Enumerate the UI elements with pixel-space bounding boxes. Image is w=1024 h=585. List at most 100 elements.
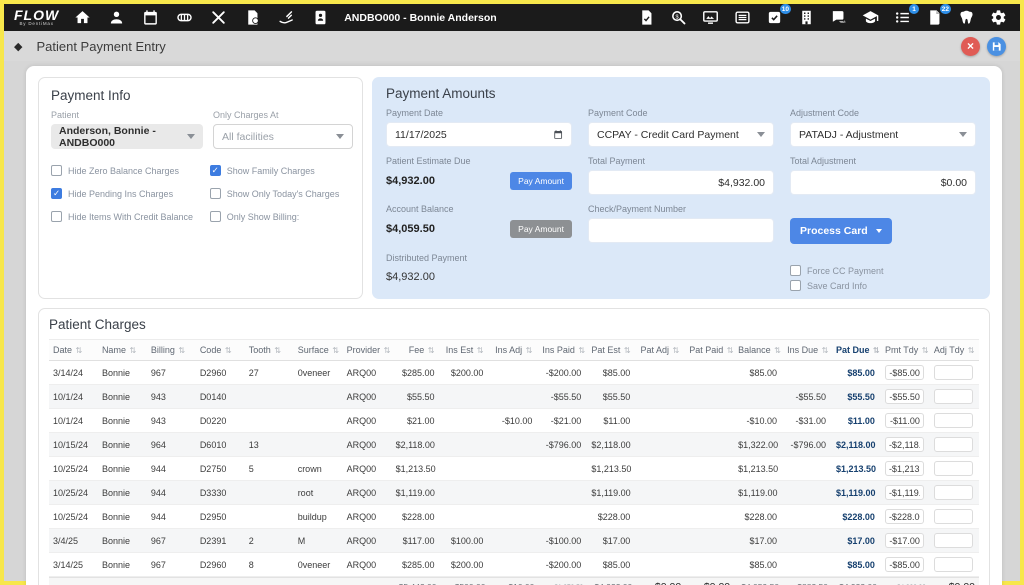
documents-icon[interactable]: 22 xyxy=(925,8,944,27)
contacts-icon[interactable] xyxy=(311,8,330,27)
patient-select[interactable]: Anderson, Bonnie - ANDBO000 xyxy=(51,124,203,149)
settings-icon[interactable] xyxy=(989,8,1008,27)
column-header[interactable]: Date ⇅ xyxy=(49,340,98,361)
total-payment-input[interactable] xyxy=(597,177,765,189)
payment-code-select[interactable]: CCPAY - Credit Card Payment xyxy=(588,122,774,147)
column-header[interactable]: Ins Est ⇅ xyxy=(441,340,490,361)
payment-date-field[interactable] xyxy=(386,122,572,147)
imaging-icon[interactable] xyxy=(701,8,720,27)
report-check-icon[interactable] xyxy=(637,8,656,27)
tooth-icon[interactable] xyxy=(957,8,976,27)
adjustment-today-input[interactable] xyxy=(934,413,973,428)
column-header[interactable]: Billing ⇅ xyxy=(147,340,196,361)
checklist-icon[interactable]: 1 xyxy=(893,8,912,27)
column-header[interactable]: Adj Tdy ⇅ xyxy=(930,340,979,361)
payment-date-input[interactable] xyxy=(395,129,553,141)
adjustment-today-input[interactable] xyxy=(934,437,973,452)
column-header[interactable]: Ins Due ⇅ xyxy=(783,340,832,361)
adjustment-today-input[interactable] xyxy=(934,533,973,548)
adjustment-today-input[interactable] xyxy=(934,509,973,524)
treatment-icon[interactable] xyxy=(277,8,296,27)
cc-option-checkbox[interactable]: Force CC Payment xyxy=(790,265,976,276)
pay-estimate-button[interactable]: Pay Amount xyxy=(510,172,572,190)
charge-row[interactable]: 10/25/24Bonnie944D27505crownARQ00$1,213.… xyxy=(49,457,979,481)
save-button[interactable] xyxy=(987,37,1006,56)
charge-row[interactable]: 3/14/25Bonnie967D296080veneerARQ00$285.0… xyxy=(49,553,979,577)
tasks-icon[interactable]: 10 xyxy=(765,8,784,27)
charge-cell xyxy=(441,505,490,529)
column-header[interactable]: Balance ⇅ xyxy=(734,340,783,361)
filter-checkbox[interactable]: Show Only Today's Charges xyxy=(210,188,350,199)
payment-today-input[interactable] xyxy=(885,413,924,428)
charge-cell xyxy=(538,457,587,481)
adjustment-today-input[interactable] xyxy=(934,461,973,476)
education-icon[interactable] xyxy=(861,8,880,27)
billing-icon[interactable] xyxy=(243,8,262,27)
total-adjustment-input[interactable] xyxy=(799,177,967,189)
charge-row[interactable]: 10/1/24Bonnie943D0140ARQ00$55.50-$55.50$… xyxy=(49,385,979,409)
home-icon[interactable] xyxy=(73,8,92,27)
adjustment-today-input[interactable] xyxy=(934,485,973,500)
tools-icon[interactable] xyxy=(209,8,228,27)
adjustment-today-input[interactable] xyxy=(934,389,973,404)
search-dollar-icon[interactable]: $ xyxy=(669,8,688,27)
filter-checkbox[interactable]: Hide Items With Credit Balance xyxy=(51,211,204,222)
column-header[interactable]: Pmt Tdy ⇅ xyxy=(881,340,930,361)
charge-row[interactable]: 10/25/24Bonnie944D2950buildupARQ00$228.0… xyxy=(49,505,979,529)
payment-today-input[interactable] xyxy=(885,509,924,524)
check-number-field[interactable] xyxy=(588,218,774,243)
patient-icon[interactable] xyxy=(107,8,126,27)
column-header[interactable]: Pat Due ⇅ xyxy=(832,340,881,361)
column-header[interactable]: Name ⇅ xyxy=(98,340,147,361)
filter-checkbox[interactable]: ✓Hide Pending Ins Charges xyxy=(51,188,204,199)
column-header[interactable]: Tooth ⇅ xyxy=(245,340,294,361)
pay-balance-button[interactable]: Pay Amount xyxy=(510,220,572,238)
payment-today-input[interactable] xyxy=(885,533,924,548)
calendar-icon[interactable] xyxy=(553,129,563,140)
adjustment-today-input[interactable] xyxy=(934,557,973,572)
facility-select[interactable]: All facilities xyxy=(213,124,353,149)
total-adjustment-field[interactable] xyxy=(790,170,976,195)
charge-row[interactable]: 10/1/24Bonnie943D0220ARQ00$21.00-$10.00-… xyxy=(49,409,979,433)
process-card-button[interactable]: Process Card xyxy=(790,218,892,244)
ledger-list-icon[interactable] xyxy=(733,8,752,27)
payment-today-input[interactable] xyxy=(885,485,924,500)
column-header[interactable]: Code ⇅ xyxy=(196,340,245,361)
charge-row[interactable]: 10/25/24Bonnie944D3330rootARQ00$1,119.00… xyxy=(49,481,979,505)
adjustment-code-select[interactable]: PATADJ - Adjustment xyxy=(790,122,976,147)
column-header[interactable]: Pat Est ⇅ xyxy=(587,340,636,361)
payment-today-input[interactable] xyxy=(885,365,924,380)
filter-checkbox[interactable]: ✓Show Family Charges xyxy=(210,165,350,176)
messages-icon[interactable] xyxy=(829,8,848,27)
cc-option-checkbox[interactable]: Save Card Info xyxy=(790,280,976,291)
payment-today-input[interactable] xyxy=(885,557,924,572)
charge-cell: $285.00 xyxy=(392,553,441,577)
column-header[interactable]: Pat Paid ⇅ xyxy=(685,340,734,361)
charge-row[interactable]: 3/14/24Bonnie967D2960270veneerARQ00$285.… xyxy=(49,361,979,385)
charge-row[interactable]: 10/15/24Bonnie964D601013ARQ00$2,118.00-$… xyxy=(49,433,979,457)
adjustment-today-input[interactable] xyxy=(934,365,973,380)
column-header[interactable]: Fee ⇅ xyxy=(392,340,441,361)
flow-logo[interactable]: FLOW By DentiMax xyxy=(14,8,59,27)
filter-checkbox[interactable]: Hide Zero Balance Charges xyxy=(51,165,204,176)
payment-today-input[interactable] xyxy=(885,437,924,452)
charge-cell: 964 xyxy=(147,433,196,457)
check-number-input[interactable] xyxy=(597,225,765,237)
column-header[interactable]: Pat Adj ⇅ xyxy=(636,340,685,361)
close-button[interactable]: × xyxy=(961,37,980,56)
total-payment-field[interactable] xyxy=(588,170,774,195)
charges-summary-table: $5,442.00$500.00-$10.00-$1,372.50$4,932.… xyxy=(49,577,979,585)
schedule-icon[interactable] xyxy=(141,8,160,27)
column-header[interactable]: Ins Paid ⇅ xyxy=(538,340,587,361)
charge-row[interactable]: 3/4/25Bonnie967D23912MARQ00$117.00$100.0… xyxy=(49,529,979,553)
column-header[interactable]: Surface ⇅ xyxy=(294,340,343,361)
filter-checkbox[interactable]: Only Show Billing: xyxy=(210,211,350,222)
payment-today-input[interactable] xyxy=(885,389,924,404)
column-header[interactable]: Ins Adj ⇅ xyxy=(489,340,538,361)
office-icon[interactable] xyxy=(797,8,816,27)
dentures-icon[interactable] xyxy=(175,8,194,27)
charge-cell: $55.50 xyxy=(587,385,636,409)
column-header[interactable]: Provider ⇅ xyxy=(343,340,392,361)
payment-today-input[interactable] xyxy=(885,461,924,476)
patient-estimate-due-label: Patient Estimate Due xyxy=(386,156,572,166)
